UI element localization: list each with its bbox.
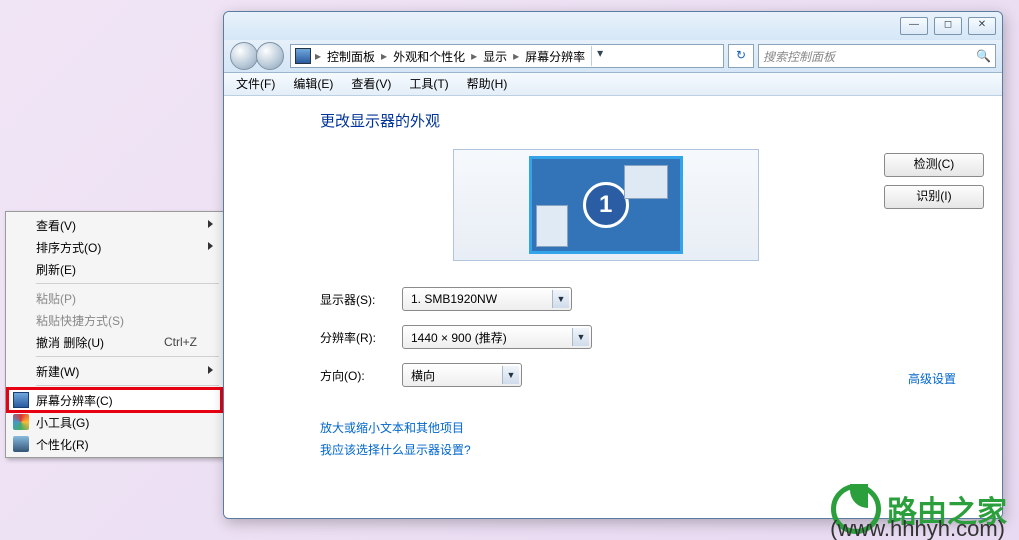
orientation-label: 方向(O): [320,367,402,384]
breadcrumb-seg-3[interactable]: 屏幕分辨率 [521,48,589,65]
chevron-down-icon: ▼ [572,328,589,346]
separator [36,385,219,386]
breadcrumb-seg-0[interactable]: 控制面板 [323,48,379,65]
window-content: 更改显示器的外观 1 检测(C) 识别(I) 显示器(S): 1. SMB192… [224,96,1002,518]
search-input[interactable]: 搜索控制面板 🔍 [758,44,996,68]
search-icon[interactable]: 🔍 [976,49,991,63]
monitor-taskbar-thumb [536,205,568,247]
submenu-arrow-icon [208,242,213,250]
address-bar: ▸ 控制面板 ▸ 外观和个性化 ▸ 显示 ▸ 屏幕分辨率 ▾ ↻ 搜索控制面板 … [224,40,1002,73]
ctx-new[interactable]: 新建(W) [8,360,221,382]
breadcrumb-dropdown[interactable]: ▾ [591,46,608,66]
advanced-settings-link[interactable]: 高级设置 [908,370,956,387]
control-panel-window: — ◻ ✕ ▸ 控制面板 ▸ 外观和个性化 ▸ 显示 ▸ 屏幕分辨率 ▾ ↻ 搜… [223,11,1003,519]
breadcrumb-seg-2[interactable]: 显示 [479,48,511,65]
breadcrumb-sep: ▸ [471,49,477,63]
menu-edit[interactable]: 编辑(E) [285,73,341,95]
desktop-context-menu: 查看(V) 排序方式(O) 刷新(E) 粘贴(P) 粘贴快捷方式(S) 撤消 删… [5,211,224,458]
breadcrumb-sep: ▸ [315,49,321,63]
resolution-value: 1440 × 900 (推荐) [411,329,507,346]
page-title: 更改显示器的外观 [320,110,984,131]
ctx-gadget-label: 小工具(G) [36,414,89,431]
monitor-window-thumb [624,165,668,199]
personalize-icon [13,436,29,452]
ctx-paste: 粘贴(P) [8,287,221,309]
chevron-down-icon: ▼ [502,366,519,384]
menu-file[interactable]: 文件(F) [228,73,283,95]
ctx-gadgets[interactable]: 小工具(G) [8,411,221,433]
separator [36,356,219,357]
resolution-select[interactable]: 1440 × 900 (推荐) ▼ [402,325,592,349]
orientation-value: 横向 [411,367,435,384]
ctx-refresh[interactable]: 刷新(E) [8,258,221,280]
back-button[interactable] [230,42,258,70]
minimize-button[interactable]: — [900,17,928,35]
gadget-icon [13,414,29,430]
ctx-view-label: 查看(V) [36,217,76,234]
menu-bar: 文件(F) 编辑(E) 查看(V) 工具(T) 帮助(H) [224,73,1002,96]
close-button[interactable]: ✕ [968,17,996,35]
orientation-select[interactable]: 横向 ▼ [402,363,522,387]
refresh-button[interactable]: ↻ [728,44,754,68]
menu-tools[interactable]: 工具(T) [401,73,456,95]
ctx-view[interactable]: 查看(V) [8,214,221,236]
ctx-paste-label: 粘贴(P) [36,290,76,307]
submenu-arrow-icon [208,220,213,228]
menu-view[interactable]: 查看(V) [343,73,399,95]
ctx-undo[interactable]: 撤消 删除(U) Ctrl+Z [8,331,221,353]
ctx-paste-shortcut: 粘贴快捷方式(S) [8,309,221,331]
ctx-new-label: 新建(W) [36,363,79,380]
monitor-icon [13,392,29,408]
search-placeholder: 搜索控制面板 [763,48,835,65]
breadcrumb-sep: ▸ [381,49,387,63]
display-select[interactable]: 1. SMB1920NW ▼ [402,287,572,311]
resolution-label: 分辨率(R): [320,329,402,346]
text-size-link[interactable]: 放大或缩小文本和其他项目 [320,417,984,439]
detect-button[interactable]: 检测(C) [884,153,984,177]
ctx-personalize[interactable]: 个性化(R) [8,433,221,455]
identify-button[interactable]: 识别(I) [884,185,984,209]
ctx-resolution-label: 屏幕分辨率(C) [36,392,113,409]
ctx-undo-shortcut: Ctrl+Z [164,335,197,349]
watermark-url: (www.hhhyh.com) [830,516,1005,540]
breadcrumb-seg-1[interactable]: 外观和个性化 [389,48,469,65]
monitor-preview[interactable]: 1 [453,149,759,261]
display-value: 1. SMB1920NW [411,292,497,306]
ctx-sort[interactable]: 排序方式(O) [8,236,221,258]
ctx-personalize-label: 个性化(R) [36,436,89,453]
ctx-paste-shortcut-label: 粘贴快捷方式(S) [36,312,124,329]
chevron-down-icon: ▼ [552,290,569,308]
submenu-arrow-icon [208,366,213,374]
display-label: 显示器(S): [320,291,402,308]
forward-button[interactable] [256,42,284,70]
breadcrumb[interactable]: ▸ 控制面板 ▸ 外观和个性化 ▸ 显示 ▸ 屏幕分辨率 ▾ [290,44,724,68]
display-help-link[interactable]: 我应该选择什么显示器设置? [320,439,984,461]
monitor-1[interactable]: 1 [529,156,683,254]
ctx-undo-label: 撤消 删除(U) [36,334,104,351]
maximize-button[interactable]: ◻ [934,17,962,35]
separator [36,283,219,284]
ctx-sort-label: 排序方式(O) [36,239,101,256]
nav-back-forward[interactable] [230,42,286,70]
control-panel-icon [295,48,311,64]
monitor-number: 1 [583,182,629,228]
ctx-refresh-label: 刷新(E) [36,261,76,278]
ctx-screen-resolution[interactable]: 屏幕分辨率(C) [8,389,221,411]
window-titlebar[interactable]: — ◻ ✕ [224,12,1002,40]
breadcrumb-sep: ▸ [513,49,519,63]
menu-help[interactable]: 帮助(H) [459,73,516,95]
